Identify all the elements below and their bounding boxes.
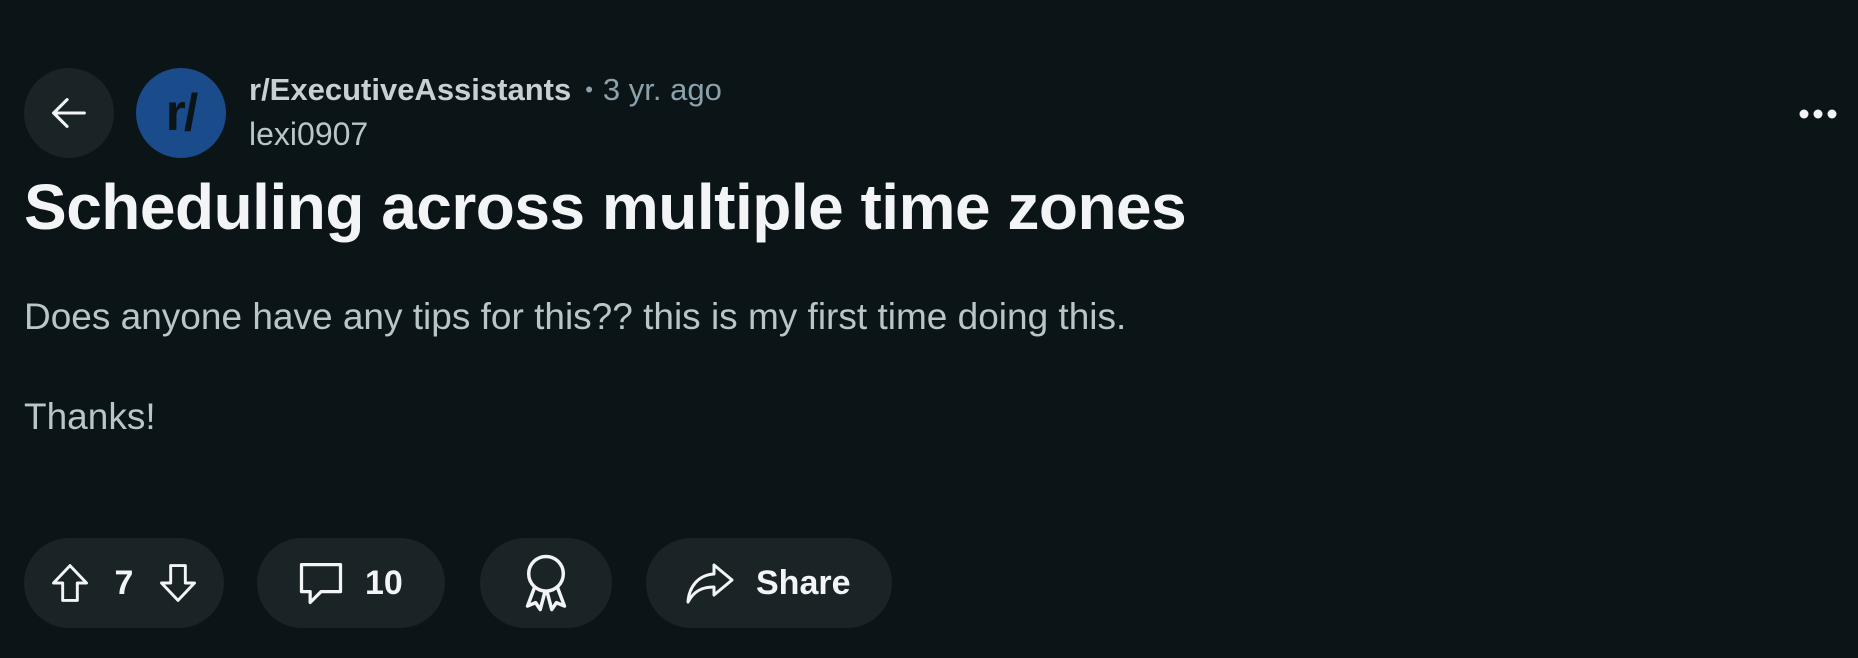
meta-separator: • [585, 77, 593, 102]
post-body-paragraph: Thanks! [24, 396, 156, 437]
post-title: Scheduling across multiple time zones [24, 171, 1187, 243]
arrow-down-icon [160, 564, 196, 602]
upvote-button[interactable] [48, 560, 92, 606]
subreddit-link[interactable]: r/ExecutiveAssistants [249, 72, 571, 108]
back-button[interactable] [24, 68, 114, 158]
post-page: r/ r/ExecutiveAssistants • 3 yr. ago lex… [0, 0, 1858, 658]
subreddit-avatar[interactable]: r/ [136, 68, 226, 158]
share-button[interactable]: Share [646, 538, 892, 628]
arrow-up-icon [52, 564, 88, 602]
post-time: 3 yr. ago [602, 72, 722, 107]
more-options-button[interactable] [1790, 96, 1846, 132]
award-icon [525, 554, 567, 612]
downvote-button[interactable] [156, 560, 200, 606]
post-body-paragraph: Does anyone have any tips for this?? thi… [24, 296, 1127, 337]
share-arrow-icon [686, 563, 734, 604]
vote-control: 7 [24, 538, 224, 628]
comments-button[interactable]: 10 [257, 538, 445, 628]
comment-count: 10 [365, 563, 403, 602]
more-horizontal-icon [1799, 109, 1837, 119]
share-label: Share [756, 563, 851, 602]
comment-bubble-icon [299, 562, 343, 605]
award-button[interactable] [480, 538, 612, 628]
avatar-text: r/ [165, 84, 199, 142]
post-meta: r/ExecutiveAssistants • 3 yr. ago lexi09… [249, 68, 722, 153]
vote-count: 7 [114, 563, 134, 602]
author-link[interactable]: lexi0907 [249, 116, 722, 153]
arrow-left-icon [52, 98, 86, 128]
